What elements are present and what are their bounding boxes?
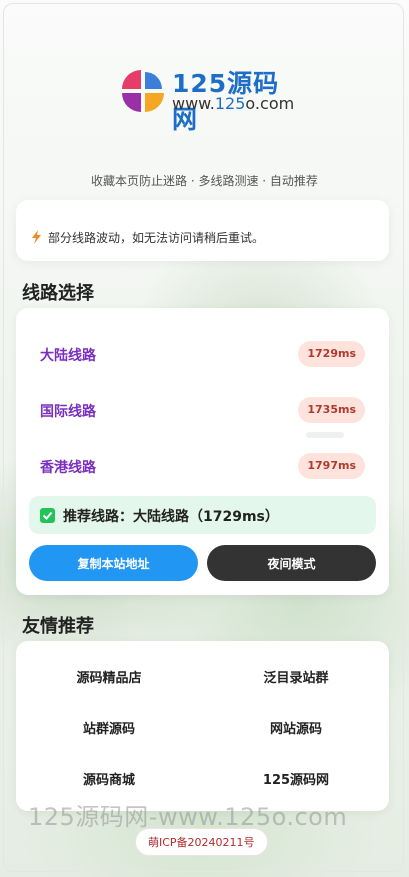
route-item-mainland[interactable]: 大陆线路 1729ms	[16, 334, 389, 374]
icp-badge[interactable]: 萌ICP备20240211号	[135, 828, 268, 856]
latency-badge: 1735ms	[298, 397, 365, 423]
logo-url: www.125o.com	[172, 94, 295, 113]
copy-address-button[interactable]: 复制本站地址	[29, 545, 198, 581]
route-item-hongkong[interactable]: 香港线路 1797ms	[16, 446, 389, 486]
latency-badge: 1729ms	[298, 341, 365, 367]
route-item-international[interactable]: 国际线路 1735ms	[16, 390, 389, 430]
watermark: 125源码网-www.125o.com	[28, 803, 348, 831]
friends-card: 源码精品店 泛目录站群 站群源码 网站源码 源码商城 125源码网	[16, 641, 389, 811]
site-logo: 125源码网 www.125o.com	[120, 66, 294, 134]
friend-link[interactable]: 站群源码	[16, 718, 202, 737]
friend-link[interactable]: 源码精品店	[16, 667, 202, 686]
friend-link[interactable]: 125源码网	[203, 769, 389, 788]
friend-link[interactable]: 泛目录站群	[203, 667, 389, 686]
notice-text: 部分线路波动，如无法访问请稍后重试。	[48, 231, 265, 245]
friends-title: 友情推荐	[22, 616, 94, 637]
recommended-route-banner: 推荐线路：大陆线路（1729ms）	[29, 496, 376, 534]
route-name: 大陆线路	[40, 348, 96, 364]
friend-link[interactable]: 网站源码	[203, 718, 389, 737]
tagline: 收藏本页防止迷路 · 多线路测速 · 自动推荐	[91, 174, 318, 188]
route-name: 国际线路	[40, 404, 96, 420]
routes-title: 线路选择	[22, 283, 94, 304]
notice-card: 部分线路波动，如无法访问请稍后重试。	[16, 200, 389, 261]
friend-link[interactable]: 源码商城	[16, 769, 202, 788]
check-icon	[40, 508, 55, 523]
lightning-icon	[32, 230, 41, 244]
routes-card: 大陆线路 1729ms 国际线路 1735ms 香港线路 1797ms 推荐线路…	[16, 308, 389, 595]
latency-badge: 1797ms	[298, 453, 365, 479]
placeholder-bar	[306, 432, 344, 438]
logo-mark-icon	[122, 70, 164, 112]
night-mode-button[interactable]: 夜间模式	[207, 545, 376, 581]
recommended-route-text: 推荐线路：大陆线路（1729ms）	[63, 509, 279, 525]
route-name: 香港线路	[40, 460, 96, 476]
